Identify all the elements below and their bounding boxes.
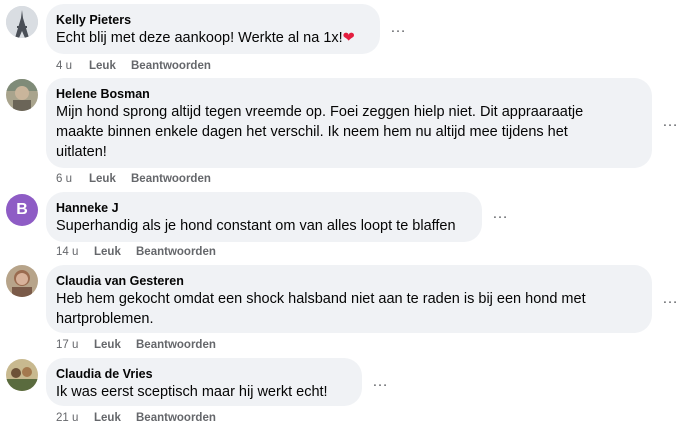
- avatar[interactable]: [6, 6, 38, 38]
- reply-button[interactable]: Beantwoorden: [136, 338, 216, 352]
- reply-button[interactable]: Beantwoorden: [136, 245, 216, 259]
- comment-bubble: Claudia van Gesteren Heb hem gekocht omd…: [46, 265, 652, 333]
- like-button[interactable]: Leuk: [89, 59, 131, 73]
- comment-bubble: Claudia de Vries Ik was eerst sceptisch …: [46, 358, 362, 406]
- group-photo-icon: [6, 359, 38, 391]
- more-options-icon[interactable]: …: [662, 114, 679, 130]
- comment-time[interactable]: 6 u: [56, 172, 89, 186]
- comment-author[interactable]: Helene Bosman: [56, 86, 640, 102]
- avatar-letter: B: [16, 201, 28, 218]
- more-options-icon[interactable]: …: [372, 374, 389, 390]
- comment-time[interactable]: 17 u: [56, 338, 94, 352]
- comment-text: Mijn hond sprong altijd tegen vreemde op…: [56, 104, 584, 160]
- comment-actions: 4 u Leuk Beantwoorden: [56, 59, 211, 73]
- comment-time[interactable]: 14 u: [56, 245, 94, 259]
- heart-icon: ❤: [342, 30, 355, 46]
- comment-actions: 6 u Leuk Beantwoorden: [56, 172, 211, 186]
- portrait-photo-icon: [6, 79, 38, 111]
- more-options-icon[interactable]: …: [492, 206, 509, 222]
- comment-bubble: Kelly Pieters Echt blij met deze aankoop…: [46, 4, 380, 54]
- comment-time[interactable]: 21 u: [56, 411, 94, 425]
- comment-text: Echt blij met deze aankoop! Werkte al na…: [56, 30, 355, 46]
- like-button[interactable]: Leuk: [89, 172, 131, 186]
- avatar[interactable]: [6, 79, 38, 111]
- comment-actions: 21 u Leuk Beantwoorden: [56, 411, 216, 425]
- reply-button[interactable]: Beantwoorden: [131, 59, 211, 73]
- like-button[interactable]: Leuk: [94, 245, 136, 259]
- comment-actions: 14 u Leuk Beantwoorden: [56, 245, 216, 259]
- eiffel-tower-photo-icon: [6, 6, 38, 38]
- comment-text: Superhandig als je hond constant om van …: [56, 218, 456, 234]
- avatar[interactable]: B: [6, 194, 38, 226]
- avatar[interactable]: [6, 359, 38, 391]
- avatar[interactable]: [6, 265, 38, 297]
- comment-author[interactable]: Kelly Pieters: [56, 12, 368, 28]
- comment-author[interactable]: Hanneke J: [56, 200, 470, 216]
- comment-author[interactable]: Claudia van Gesteren: [56, 273, 640, 289]
- like-button[interactable]: Leuk: [94, 338, 136, 352]
- more-options-icon[interactable]: …: [662, 291, 679, 307]
- more-options-icon[interactable]: …: [390, 20, 407, 36]
- reply-button[interactable]: Beantwoorden: [136, 411, 216, 425]
- portrait-photo-icon: [6, 265, 38, 297]
- comment-bubble: Hanneke J Superhandig als je hond consta…: [46, 192, 482, 242]
- reply-button[interactable]: Beantwoorden: [131, 172, 211, 186]
- comment-actions: 17 u Leuk Beantwoorden: [56, 338, 216, 352]
- comment-text: Heb hem gekocht omdat een shock halsband…: [56, 291, 586, 327]
- comment-time[interactable]: 4 u: [56, 59, 89, 73]
- like-button[interactable]: Leuk: [94, 411, 136, 425]
- comment-bubble: Helene Bosman Mijn hond sprong altijd te…: [46, 78, 652, 168]
- comment-author[interactable]: Claudia de Vries: [56, 366, 350, 382]
- comment-text: Ik was eerst sceptisch maar hij werkt ec…: [56, 384, 328, 400]
